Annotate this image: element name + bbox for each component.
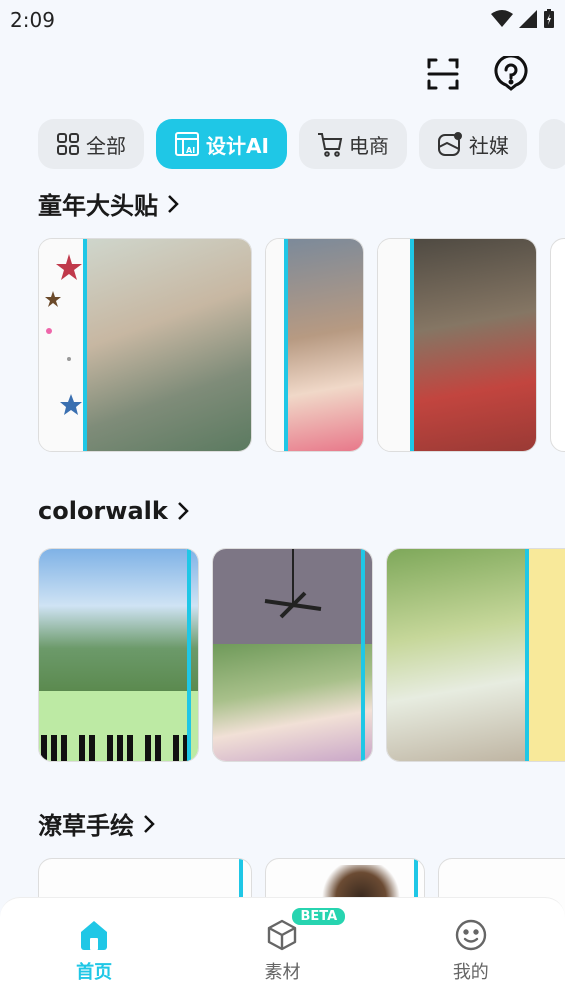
nav-profile-label: 我的: [452, 962, 489, 983]
accent-line: [361, 549, 365, 761]
tab-ecommerce[interactable]: 电商: [298, 119, 407, 169]
help-button[interactable]: [489, 52, 533, 96]
scan-button[interactable]: [421, 52, 465, 96]
template-photo: [213, 644, 372, 761]
sticker-strip: [378, 239, 412, 451]
beta-badge: BETA: [292, 908, 346, 925]
piano-strip: [39, 691, 198, 761]
nav-assets-label: 素材: [264, 962, 301, 983]
cart-icon: [317, 133, 343, 157]
section-title-colorwalk-label: colorwalk: [38, 497, 168, 525]
chevron-right-icon: [144, 814, 155, 833]
colorwalk-template-row: [38, 548, 565, 762]
sticker-strip: [39, 239, 85, 451]
status-time: 2:09: [10, 8, 55, 32]
template-card[interactable]: [377, 238, 537, 452]
signal-icon: [519, 10, 537, 28]
help-icon: [494, 56, 528, 91]
template-card[interactable]: [550, 238, 565, 452]
section-title-childhood-label: 童年大头贴: [38, 192, 158, 220]
accent-line: [187, 549, 191, 761]
home-icon: [81, 921, 108, 950]
grid-icon: [57, 133, 79, 155]
svg-text:AI: AI: [186, 146, 195, 155]
accent-line: [83, 239, 87, 451]
chevron-right-icon: [177, 502, 189, 520]
tab-ecommerce-label: 电商: [348, 133, 389, 158]
template-card[interactable]: [38, 238, 252, 452]
template-card[interactable]: [38, 548, 199, 762]
smile-icon: [455, 919, 487, 951]
accent-line: [410, 239, 414, 451]
nav-home[interactable]: 首页: [34, 898, 154, 1004]
childhood-template-row: [38, 238, 565, 452]
template-photo: [85, 239, 251, 451]
color-strip: [527, 549, 565, 761]
template-photo: [39, 549, 198, 691]
template-card[interactable]: [212, 548, 373, 762]
scan-icon: [427, 58, 459, 90]
template-photo: [412, 239, 536, 451]
section-title-childhood[interactable]: 童年大头贴: [38, 186, 180, 221]
section-title-colorwalk[interactable]: colorwalk: [38, 497, 190, 525]
template-photo: [286, 239, 363, 451]
tab-design-ai-label: 设计AI: [206, 133, 269, 158]
tab-all-label: 全部: [86, 133, 126, 158]
template-photo: [387, 549, 527, 761]
nav-home-label: 首页: [76, 962, 113, 983]
template-card[interactable]: [386, 548, 565, 762]
category-tabs: 全部 AI 设计AI 电商 社媒: [38, 119, 565, 169]
fan-panel: [213, 549, 372, 644]
sticker-strip: [266, 239, 286, 451]
status-icons: [491, 9, 555, 29]
ai-layout-icon: AI: [175, 132, 199, 156]
bottom-nav: 首页 素材 BETA 我的: [0, 897, 565, 1004]
tab-design-ai[interactable]: AI 设计AI: [156, 119, 287, 169]
nav-assets[interactable]: 素材 BETA: [222, 898, 346, 1004]
tab-social[interactable]: 社媒: [418, 119, 527, 169]
section-title-sketch-label: 潦草手绘: [38, 812, 134, 840]
template-card[interactable]: [265, 238, 364, 452]
social-icon: [437, 132, 462, 156]
battery-icon: [544, 9, 554, 28]
tab-more[interactable]: [538, 119, 565, 169]
tab-social-label: 社媒: [468, 133, 509, 158]
status-bar: 2:09: [0, 0, 565, 38]
accent-line: [284, 239, 288, 451]
section-title-sketch[interactable]: 潦草手绘: [38, 806, 156, 841]
chevron-right-icon: [168, 194, 179, 213]
accent-line: [525, 549, 529, 761]
tab-all[interactable]: 全部: [38, 119, 144, 169]
wifi-icon: [491, 10, 513, 27]
nav-profile[interactable]: 我的: [411, 898, 531, 1004]
